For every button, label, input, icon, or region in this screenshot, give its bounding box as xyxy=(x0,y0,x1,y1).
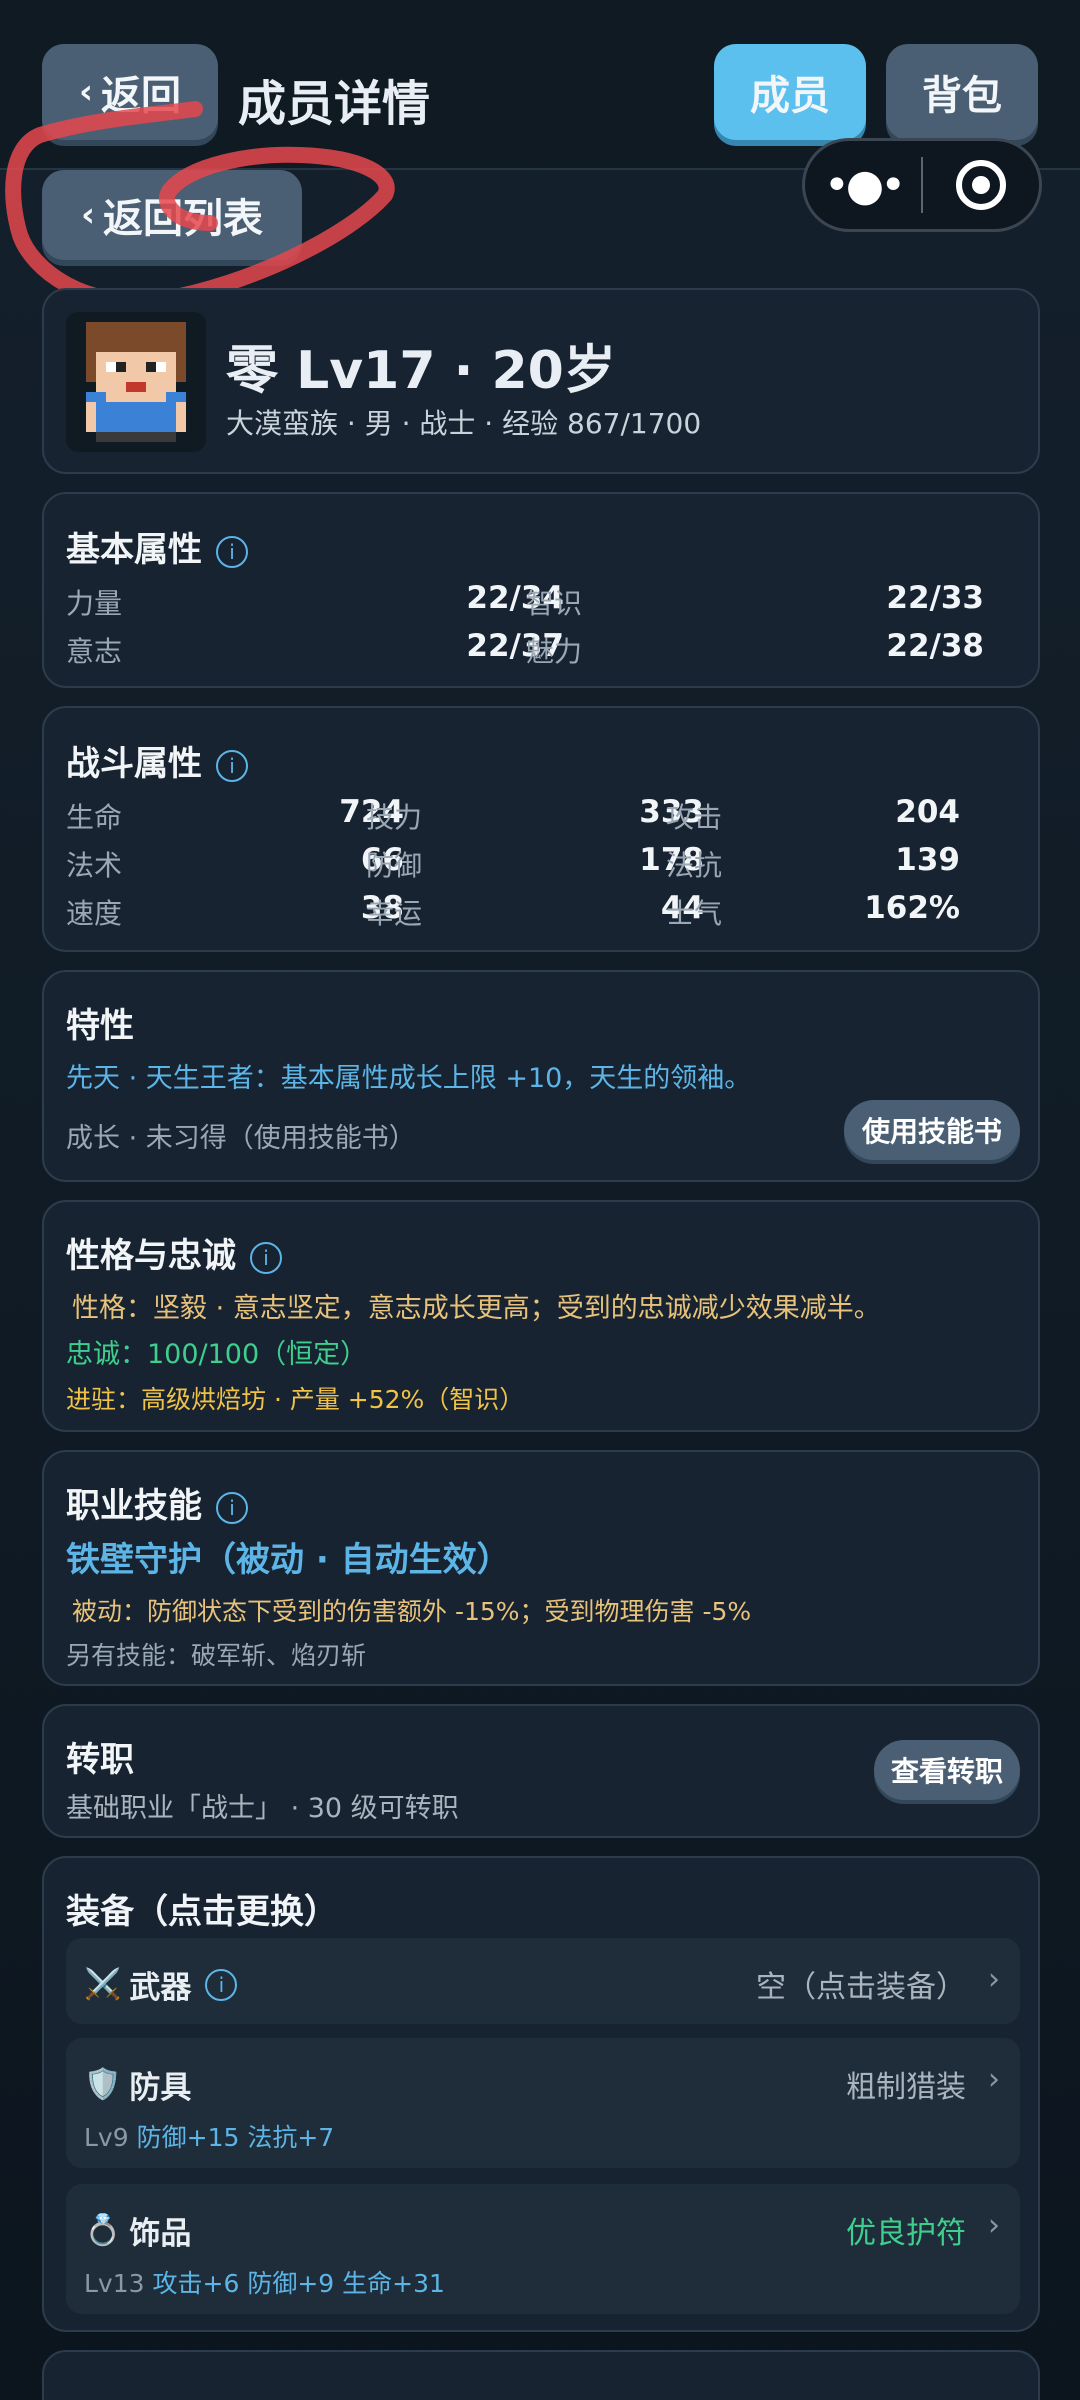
innate-trait: 先天 · 天生王者：基本属性成长上限 +10，天生的领袖。 xyxy=(66,1063,752,1094)
stat-label: 智识 xyxy=(526,587,583,620)
stat-label: 速度 xyxy=(66,897,123,930)
accessory-stats: 攻击+6 防御+9 生命+31 xyxy=(152,2269,445,2298)
station-line: 进驻：高级烘焙坊 · 产量 +52%（智识） xyxy=(66,1385,525,1414)
shield-icon: 🛡️ xyxy=(84,2067,122,2102)
stat-label: 攻击 xyxy=(666,801,723,834)
stat-label: 幸运 xyxy=(366,897,423,930)
growth-trait: 成长 · 未习得（使用技能书） xyxy=(66,1123,416,1154)
skill-name: 铁壁守护（被动 · 自动生效） xyxy=(66,1540,511,1580)
info-icon[interactable]: i xyxy=(216,535,248,568)
avatar xyxy=(66,312,206,452)
equipment-card: 装备（点击更换） ⚔️ 武器 i 空（点击装备） › 🛡️ 防具 粗制猎装 › … xyxy=(42,1856,1040,2332)
stat-value: 139 xyxy=(895,842,960,878)
armor-level: Lv9 xyxy=(84,2123,129,2152)
stat-value: 22/38 xyxy=(886,628,984,664)
combat-attributes-card: 战斗属性 i 生命 724 技力 333 攻击 204 法术 66 防御 178 … xyxy=(42,706,1040,952)
weapon-label: 武器 xyxy=(129,1970,192,2006)
ring-icon: 💍 xyxy=(84,2213,122,2248)
armor-value: 粗制猎装 xyxy=(846,2070,966,2105)
accessory-level: Lv13 xyxy=(84,2269,145,2298)
stat-label: 意志 xyxy=(66,635,123,668)
chevron-left-icon: ‹ xyxy=(78,72,93,112)
info-icon[interactable]: i xyxy=(250,1241,282,1274)
basic-attributes-card: 基本属性 i 力量 22/34 智识 22/33 意志 22/37 魅力 22/3… xyxy=(42,492,1040,688)
trait-title: 特性 xyxy=(66,1006,134,1046)
stat-value: 22/33 xyxy=(886,580,984,616)
personality-title: 性格与忠诚 xyxy=(66,1236,236,1276)
other-skills: 另有技能：破军斩、焰刃斩 xyxy=(66,1641,367,1670)
hero-card: 零 Lv17 · 20岁 大漠蛮族 · 男 · 战士 · 经验 867/1700 xyxy=(42,288,1040,474)
armor-label: 防具 xyxy=(129,2070,192,2106)
crossed-swords-icon: ⚔️ xyxy=(84,1967,122,2002)
chevron-right-icon: › xyxy=(988,2208,1000,2243)
stat-value: 204 xyxy=(895,794,960,830)
job-skill-title: 职业技能 xyxy=(66,1486,202,1526)
next-card-partial xyxy=(42,2350,1040,2400)
back-label: 返回 xyxy=(101,73,181,119)
equip-slot-armor[interactable]: 🛡️ 防具 粗制猎装 › Lv9 防御+15 法抗+7 xyxy=(66,2038,1020,2168)
back-to-list-button[interactable]: ‹ 返回列表 xyxy=(42,170,302,260)
personality-card: 性格与忠诚 i 性格：坚毅 · 意志坚定，意志成长更高；受到的忠诚减少效果减半。 … xyxy=(42,1200,1040,1432)
basic-attributes-title: 基本属性 xyxy=(66,530,202,570)
stat-label: 技力 xyxy=(366,801,423,834)
stat-label: 力量 xyxy=(66,587,123,620)
chevron-right-icon: › xyxy=(988,2062,1000,2097)
mini-program-capsule: •●• xyxy=(802,138,1042,232)
job-change-desc: 基础职业「战士」 · 30 级可转职 xyxy=(66,1793,459,1824)
stat-label: 魅力 xyxy=(526,635,583,668)
stat-label: 生命 xyxy=(66,801,123,834)
stat-value: 162% xyxy=(864,890,960,926)
trait-card: 特性 先天 · 天生王者：基本属性成长上限 +10，天生的领袖。 成长 · 未习… xyxy=(42,970,1040,1182)
loyalty-line: 忠诚：100/100（恒定） xyxy=(66,1339,368,1370)
nature-line: 性格：坚毅 · 意志坚定，意志成长更高；受到的忠诚减少效果减半。 xyxy=(72,1293,881,1324)
accessory-label: 饰品 xyxy=(129,2216,192,2252)
stat-label: 士气 xyxy=(666,897,723,930)
view-job-change-button[interactable]: 查看转职 xyxy=(874,1740,1020,1800)
stat-label: 法术 xyxy=(66,849,123,882)
equip-slot-weapon[interactable]: ⚔️ 武器 i 空（点击装备） › xyxy=(66,1938,1020,2024)
weapon-value: 空（点击装备） xyxy=(756,1970,966,2005)
equip-slot-accessory[interactable]: 💍 饰品 优良护符 › Lv13 攻击+6 防御+9 生命+31 xyxy=(66,2184,1020,2314)
equipment-title: 装备（点击更换） xyxy=(66,1892,338,1932)
chevron-left-icon: ‹ xyxy=(80,195,95,235)
combat-attributes-title: 战斗属性 xyxy=(66,744,202,784)
skill-description: 被动：防御状态下受到的伤害额外 -15%；受到物理伤害 -5% xyxy=(72,1597,752,1626)
accessory-value: 优良护符 xyxy=(846,2216,966,2251)
stat-label: 防御 xyxy=(366,849,423,882)
use-skill-book-button[interactable]: 使用技能书 xyxy=(844,1100,1020,1160)
job-skill-card: 职业技能 i 铁壁守护（被动 · 自动生效） 被动：防御状态下受到的伤害额外 -1… xyxy=(42,1450,1040,1686)
member-subtitle: 大漠蛮族 · 男 · 战士 · 经验 867/1700 xyxy=(226,407,702,440)
chevron-right-icon: › xyxy=(988,1962,1000,1997)
armor-stats: 防御+15 法抗+7 xyxy=(136,2123,335,2152)
tab-member[interactable]: 成员 xyxy=(714,44,866,140)
page-title: 成员详情 xyxy=(238,76,431,132)
job-change-card: 转职 基础职业「战士」 · 30 级可转职 查看转职 xyxy=(42,1704,1040,1838)
more-menu-icon[interactable]: •●• xyxy=(805,160,921,211)
back-button[interactable]: ‹ 返回 xyxy=(42,44,218,140)
back-to-list-label: 返回列表 xyxy=(103,196,263,242)
info-icon[interactable]: i xyxy=(216,749,248,782)
member-name-level: 零 Lv17 · 20岁 xyxy=(226,341,616,401)
close-miniprogram-icon[interactable] xyxy=(923,160,1039,210)
info-icon[interactable]: i xyxy=(216,1491,248,1524)
info-icon[interactable]: i xyxy=(205,1968,238,2001)
stat-label: 法抗 xyxy=(666,849,723,882)
job-change-title: 转职 xyxy=(66,1740,134,1780)
tab-bag[interactable]: 背包 xyxy=(886,44,1038,140)
